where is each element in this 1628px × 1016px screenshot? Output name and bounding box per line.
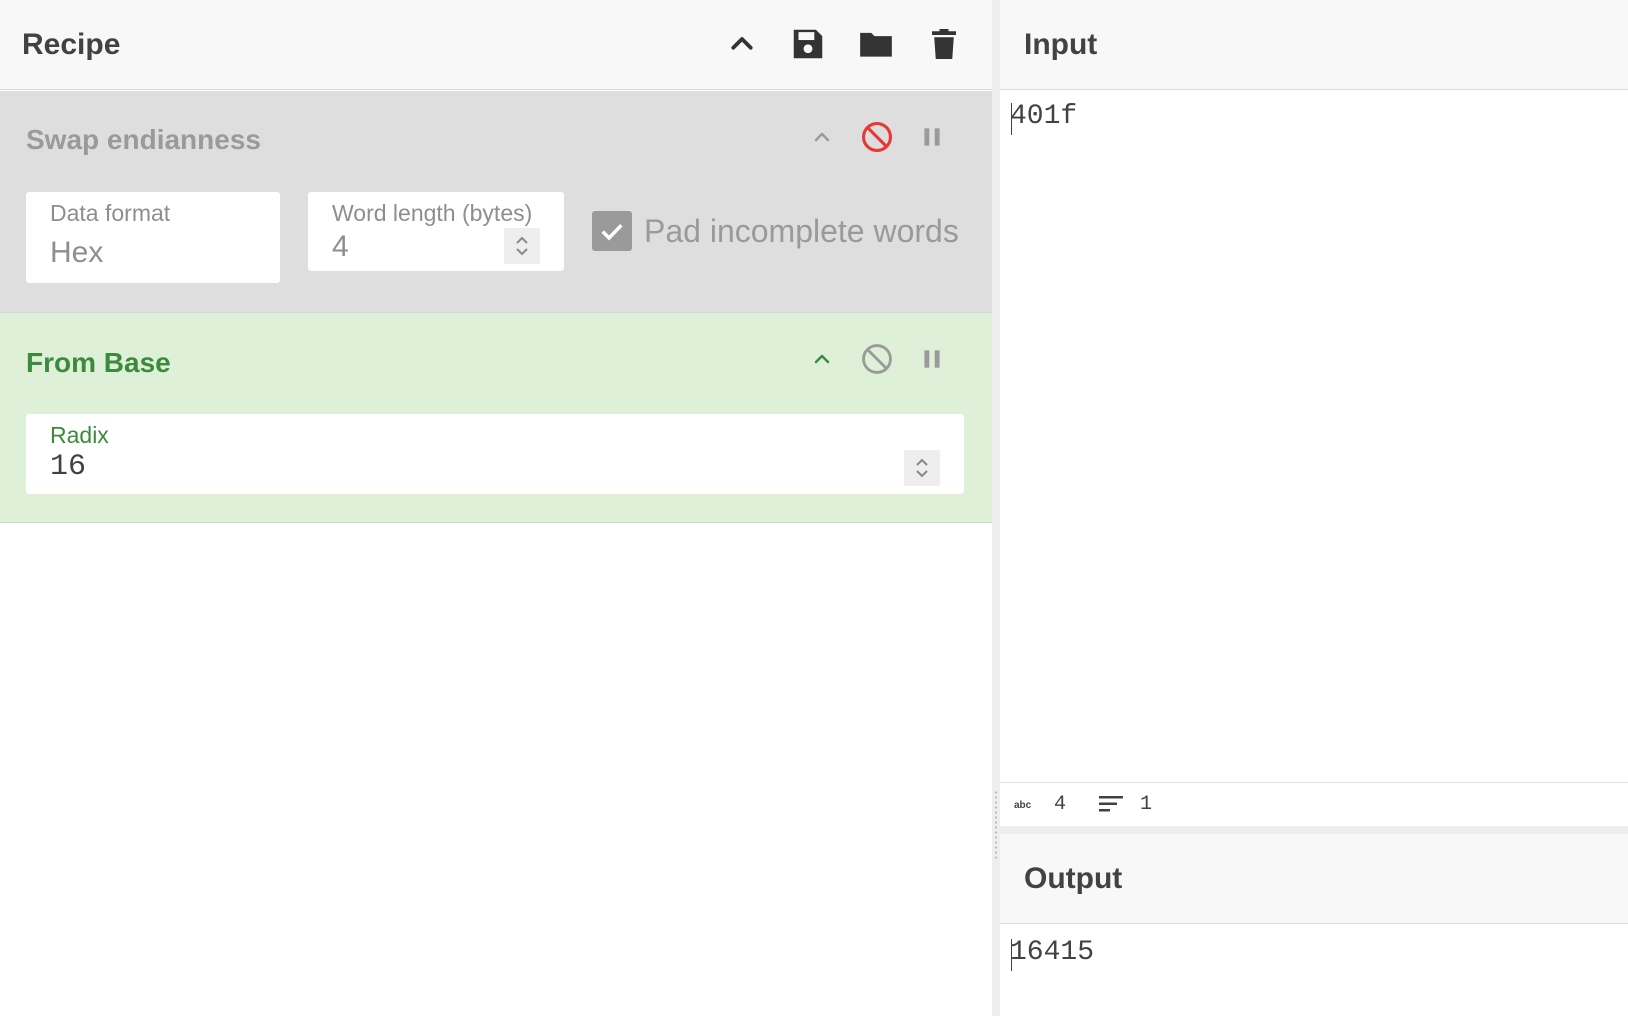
operation-from-base[interactable]: From Base Radix 16 <box>0 313 992 523</box>
operation-breakpoint-button[interactable] <box>912 339 952 379</box>
output-header: Output <box>1000 834 1628 924</box>
pane-separator <box>1000 826 1628 834</box>
operation-disable-button[interactable] <box>857 339 897 379</box>
pad-incomplete-words-checkbox[interactable]: Pad incomplete words <box>592 211 959 251</box>
input-header: Input <box>1000 0 1628 90</box>
input-lines: 1 <box>1140 793 1153 816</box>
operation-collapse-button[interactable] <box>802 117 842 157</box>
operation-title: From Base <box>26 347 171 378</box>
operation-title: Swap endianness <box>26 124 261 155</box>
input-length: 4 <box>1054 793 1067 816</box>
operation-collapse-button[interactable] <box>802 339 842 379</box>
folder-icon <box>860 32 892 57</box>
input-text: 401f <box>1010 101 1078 132</box>
recipe-header: Recipe <box>0 0 992 90</box>
pane-divider[interactable] <box>992 0 1000 1016</box>
chevron-up-icon <box>814 354 830 364</box>
io-pane: Input 401f abc 4 1 Output 16415 <box>1000 0 1628 1016</box>
disable-icon <box>862 344 892 374</box>
load-recipe-button[interactable] <box>854 22 898 66</box>
checkbox-label: Pad incomplete words <box>644 212 959 249</box>
svg-text:abc: abc <box>1014 800 1032 811</box>
field-label: Word length (bytes) <box>332 200 533 226</box>
output-text: 16415 <box>1010 937 1095 968</box>
output-title: Output <box>1024 862 1123 895</box>
spinner-arrows-icon <box>916 458 928 478</box>
input-status-bar: abc 4 1 <box>1000 782 1628 826</box>
operation-swap-endianness[interactable]: Swap endianness Data format Hex Word len… <box>0 91 992 313</box>
data-format-select[interactable]: Data format Hex <box>26 192 280 283</box>
disable-icon <box>861 121 893 153</box>
clear-recipe-button[interactable] <box>922 22 966 66</box>
chevron-up-icon <box>731 37 753 50</box>
lines-icon <box>1098 793 1124 822</box>
length-icon: abc <box>1014 795 1040 818</box>
save-recipe-button[interactable] <box>786 22 830 66</box>
radix-field[interactable]: Radix 16 <box>26 414 964 494</box>
field-value: 16 <box>50 450 87 484</box>
trash-icon <box>932 29 956 59</box>
word-length-field[interactable]: Word length (bytes) 4 <box>308 192 564 271</box>
recipe-title: Recipe <box>22 28 121 61</box>
number-spinner[interactable] <box>504 228 540 264</box>
input-textarea[interactable]: 401f <box>1000 91 1628 781</box>
chevron-up-icon <box>814 132 830 142</box>
field-label: Data format <box>50 200 171 226</box>
input-title: Input <box>1024 28 1098 61</box>
checkmark-icon <box>601 223 623 241</box>
pause-icon <box>924 350 940 368</box>
save-icon <box>793 29 823 59</box>
resize-handle[interactable] <box>994 790 998 860</box>
checkbox-box[interactable] <box>592 211 632 251</box>
spinner-arrows-icon <box>516 236 528 256</box>
collapse-all-button[interactable] <box>720 22 764 66</box>
operation-disable-button[interactable] <box>857 117 897 157</box>
output-textarea[interactable]: 16415 <box>1000 925 1628 1016</box>
number-spinner[interactable] <box>904 450 940 486</box>
field-value: Hex <box>50 236 104 269</box>
field-label: Radix <box>50 422 109 448</box>
pause-icon <box>924 128 940 146</box>
operation-breakpoint-button[interactable] <box>912 117 952 157</box>
field-value: 4 <box>332 230 349 263</box>
recipe-pane: Recipe Swap endianness Data format Hex W… <box>0 0 992 1016</box>
